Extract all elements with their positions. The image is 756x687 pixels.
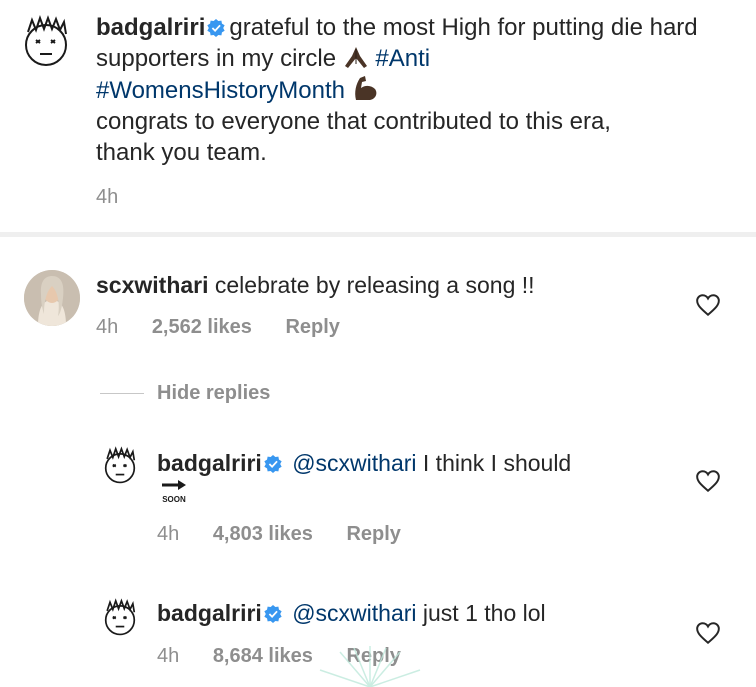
verified-badge-icon	[207, 19, 225, 37]
reply-likes[interactable]: 4,803 likes	[213, 523, 313, 545]
heart-icon[interactable]	[695, 293, 721, 317]
comment-time: 4h	[96, 316, 119, 338]
section-divider	[0, 232, 756, 237]
soon-emoji: SOON	[158, 478, 190, 504]
praying-hands-icon	[344, 47, 367, 68]
comment-meta: 4h 2,562 likes Reply	[96, 316, 340, 339]
verified-badge-icon	[264, 455, 282, 473]
caption-line-2: congrats to everyone that contributed to…	[96, 108, 611, 135]
doodle-avatar-icon	[104, 446, 136, 484]
flexed-biceps-icon	[354, 76, 377, 100]
post-timestamp: 4h	[96, 186, 119, 208]
reply-mention[interactable]: @scxwithari	[292, 450, 416, 476]
comment-reply-button[interactable]: Reply	[285, 316, 339, 338]
reply-body: badgalriri @scxwithari just 1 tho lol	[157, 598, 546, 628]
comment-likes[interactable]: 2,562 likes	[152, 316, 252, 338]
hide-replies-line	[100, 393, 144, 394]
comment-text: celebrate by releasing a song !!	[214, 272, 535, 298]
verified-badge-icon	[264, 605, 282, 623]
reply-time: 4h	[157, 645, 180, 667]
caption-line-3: thank you team.	[96, 139, 267, 166]
reply-text: I think I should	[422, 450, 572, 476]
soon-arrow-icon	[162, 480, 186, 490]
reply-body: badgalriri @scxwithari I think I should	[157, 448, 571, 478]
reply-mention[interactable]: @scxwithari	[292, 600, 416, 626]
heart-icon[interactable]	[695, 469, 721, 493]
comment-body: scxwithari celebrate by releasing a song…	[96, 270, 535, 300]
reply-time: 4h	[157, 523, 180, 545]
hide-replies-label: Hide replies	[157, 382, 271, 404]
post-username[interactable]: badgalriri	[96, 14, 205, 41]
doodle-avatar-icon	[104, 598, 136, 636]
comment-avatar[interactable]	[24, 270, 80, 326]
comment-username[interactable]: scxwithari	[96, 272, 209, 298]
loading-spinner-icon	[319, 646, 421, 687]
reply-username[interactable]: badgalriri	[157, 600, 262, 626]
hashtag-womens-history-month[interactable]: #WomensHistoryMonth	[96, 77, 345, 104]
post-caption: badgalriri grateful to the most High for …	[96, 12, 736, 168]
reply-text: just 1 tho lol	[422, 600, 546, 626]
doodle-avatar-icon	[25, 14, 67, 66]
reply-avatar[interactable]	[100, 598, 140, 643]
reply-avatar[interactable]	[100, 446, 140, 491]
reply-reply-button[interactable]: Reply	[346, 523, 400, 545]
hide-replies-button[interactable]: Hide replies	[157, 382, 270, 405]
post-avatar[interactable]	[18, 14, 74, 75]
hashtag-anti[interactable]: #Anti	[375, 45, 430, 72]
soon-label: SOON	[162, 495, 186, 504]
reply-username[interactable]: badgalriri	[157, 450, 262, 476]
reply-likes[interactable]: 8,684 likes	[213, 645, 313, 667]
profile-photo-icon	[24, 270, 80, 326]
heart-icon[interactable]	[695, 621, 721, 645]
reply-meta: 4h 4,803 likes Reply	[157, 523, 401, 546]
